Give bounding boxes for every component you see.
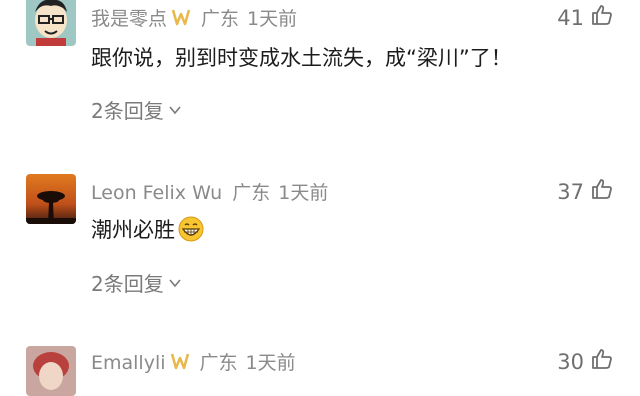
view-replies-button[interactable]: 2条回复: [91, 268, 182, 297]
chevron-down-icon: [168, 271, 182, 295]
comment-text: 潮州必胜: [91, 214, 205, 248]
avatar[interactable]: [26, 174, 76, 224]
chevron-down-icon: [168, 98, 182, 122]
username[interactable]: Leon Felix Wu: [91, 182, 222, 204]
replies-count: 2条回复: [91, 99, 164, 123]
comment-text: 跟你说，别到时变成水土流失，成“梁川”了！: [91, 46, 512, 70]
gold-badge-icon: [171, 8, 191, 31]
timestamp: 1天前: [247, 8, 298, 30]
comment-meta: 我是零点 广东 1天前: [91, 4, 297, 31]
avatar[interactable]: [26, 0, 76, 46]
gold-badge-icon: [170, 352, 190, 375]
like-count: 41: [557, 5, 584, 30]
like-button[interactable]: 30: [557, 347, 614, 376]
location: 广东: [232, 182, 271, 204]
timestamp: 1天前: [245, 352, 296, 374]
grin-emoji-icon: [177, 215, 205, 248]
thumbs-up-icon: [590, 177, 614, 206]
comment-text-content: 潮州必胜: [91, 218, 175, 242]
username[interactable]: 我是零点: [91, 8, 167, 30]
view-replies-button[interactable]: 2条回复: [91, 95, 182, 124]
comment-meta: Emallyli 广东 1天前: [91, 348, 296, 375]
replies-count: 2条回复: [91, 272, 164, 296]
thumbs-up-icon: [590, 3, 614, 32]
username[interactable]: Emallyli: [91, 352, 166, 374]
location: 广东: [201, 8, 240, 30]
like-count: 37: [557, 179, 584, 204]
timestamp: 1天前: [278, 182, 329, 204]
like-button[interactable]: 37: [557, 177, 614, 206]
like-count: 30: [557, 349, 584, 374]
avatar[interactable]: [26, 346, 76, 396]
thumbs-up-icon: [590, 347, 614, 376]
location: 广东: [199, 352, 238, 374]
like-button[interactable]: 41: [557, 3, 614, 32]
comment-meta: Leon Felix Wu 广东 1天前: [91, 178, 328, 205]
